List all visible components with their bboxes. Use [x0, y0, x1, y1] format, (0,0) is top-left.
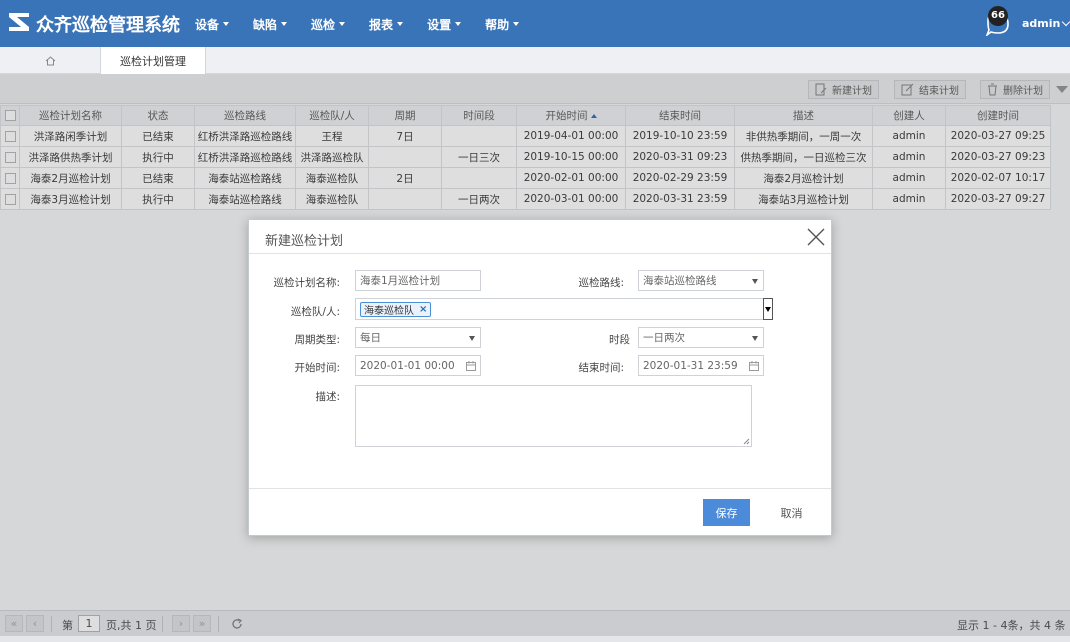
- description-label: 描述:: [315, 391, 340, 403]
- tab-plan-management[interactable]: 巡检计划管理: [101, 47, 206, 74]
- user-menu[interactable]: admin: [1022, 17, 1070, 30]
- plan-name-input[interactable]: 海泰1月巡检计划: [355, 270, 481, 291]
- plan-name-label: 巡检计划名称:: [273, 277, 340, 289]
- new-plan-dialog: 新建巡检计划 巡检计划名称: 海泰1月巡检计划 巡检路线: 海泰站巡检路线 巡检…: [248, 219, 832, 536]
- dialog-header: 新建巡检计划: [249, 220, 831, 254]
- team-tag: 海泰巡检队 ×: [360, 301, 432, 317]
- period-label: 时段: [609, 334, 630, 346]
- calendar-icon[interactable]: [466, 361, 476, 371]
- tab-home[interactable]: [0, 47, 101, 74]
- message-button[interactable]: 66: [985, 6, 1011, 36]
- route-select[interactable]: 海泰站巡检路线: [638, 270, 764, 291]
- route-label: 巡检路线:: [578, 277, 624, 289]
- start-time-input[interactable]: 2020-01-01 00:00: [355, 355, 481, 376]
- save-button[interactable]: 保存: [703, 499, 750, 526]
- caret-down-icon: [281, 22, 288, 26]
- top-bar: 众齐巡检管理系统 设备 缺陷 巡检 报表 设置 帮助 66 admin: [0, 0, 1070, 47]
- caret-down-icon: [752, 279, 758, 284]
- cycle-type-label: 周期类型:: [294, 334, 340, 346]
- close-icon[interactable]: [806, 227, 826, 247]
- period-select[interactable]: 一日两次: [638, 327, 764, 348]
- dialog-title: 新建巡检计划: [265, 234, 344, 249]
- tab-bar: 巡检计划管理: [0, 47, 1070, 74]
- start-time-label: 开始时间:: [294, 362, 340, 374]
- nav-defect[interactable]: 缺陷: [253, 16, 288, 32]
- end-time-input[interactable]: 2020-01-31 23:59: [638, 355, 764, 376]
- main-nav: 设备 缺陷 巡检 报表 设置 帮助: [195, 16, 543, 32]
- caret-down-icon: [513, 22, 520, 26]
- team-multiselect[interactable]: 海泰巡检队 ×: [355, 298, 764, 320]
- caret-down-icon: [455, 22, 462, 26]
- cycle-type-select[interactable]: 每日: [355, 327, 481, 348]
- remove-tag-icon[interactable]: ×: [419, 304, 427, 315]
- app-title: 众齐巡检管理系统: [36, 15, 180, 36]
- cancel-button[interactable]: 取消: [768, 499, 815, 526]
- nav-settings[interactable]: 设置: [427, 16, 462, 32]
- calendar-icon[interactable]: [749, 361, 759, 371]
- logo-icon: [9, 13, 29, 31]
- home-icon: [45, 55, 55, 65]
- team-label: 巡检队/人:: [290, 306, 340, 318]
- nav-help[interactable]: 帮助: [485, 16, 520, 32]
- caret-down-icon: [765, 307, 771, 312]
- caret-down-icon: [752, 336, 758, 341]
- nav-device[interactable]: 设备: [195, 16, 230, 32]
- team-dropdown-toggle[interactable]: [763, 298, 773, 320]
- nav-inspection[interactable]: 巡检: [311, 16, 346, 32]
- message-count-badge: 66: [988, 6, 1008, 26]
- nav-report[interactable]: 报表: [369, 16, 404, 32]
- chevron-down-icon: [1062, 17, 1070, 26]
- caret-down-icon: [223, 22, 230, 26]
- end-time-label: 结束时间:: [578, 362, 624, 374]
- dialog-footer: 保存 取消: [249, 488, 831, 535]
- resize-handle-icon[interactable]: [743, 438, 750, 445]
- caret-down-icon: [469, 336, 475, 341]
- caret-down-icon: [397, 22, 404, 26]
- caret-down-icon: [339, 22, 346, 26]
- description-textarea[interactable]: [355, 385, 752, 447]
